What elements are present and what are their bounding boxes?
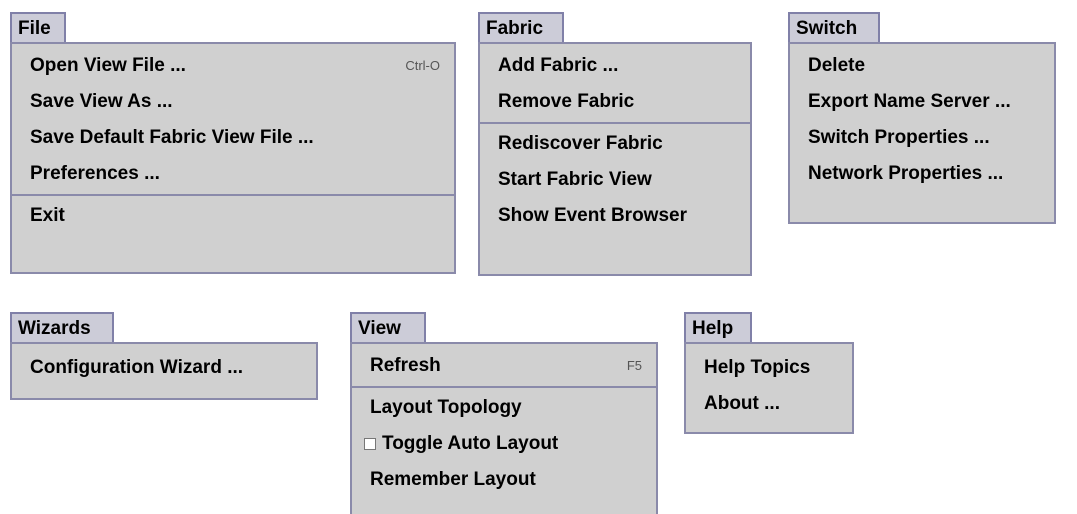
menu-item-remember-layout[interactable]: Remember Layout	[352, 462, 656, 498]
menu-item-label: Rediscover Fabric	[498, 133, 663, 154]
menu-item-label: Add Fabric ...	[498, 55, 619, 76]
menu-item-shortcut: F5	[626, 358, 642, 373]
help-menu-title[interactable]: Help	[684, 312, 752, 342]
wizards-menu-panel: Configuration Wizard ...	[10, 342, 318, 400]
menu-item-save-view-as[interactable]: Save View As ...	[12, 84, 454, 120]
menu-item-label: Help Topics	[704, 357, 811, 378]
menu-item-switch-properties[interactable]: Switch Properties ...	[790, 120, 1054, 156]
menu-item-label: Remove Fabric	[498, 91, 635, 112]
file-menu-title[interactable]: File	[10, 12, 66, 42]
menu-item-exit[interactable]: Exit	[12, 198, 454, 234]
menu-item-label: Network Properties ...	[808, 163, 1004, 184]
view-menu-title[interactable]: View	[350, 312, 426, 342]
menu-item-about[interactable]: About ...	[686, 386, 852, 422]
menu-item-show-event-browser[interactable]: Show Event Browser	[480, 198, 750, 234]
menu-separator	[12, 194, 454, 196]
menu-item-configuration-wizard[interactable]: Configuration Wizard ...	[12, 350, 316, 386]
menu-item-preferences[interactable]: Preferences ...	[12, 156, 454, 192]
help-menu-panel: Help Topics About ...	[684, 342, 854, 434]
menu-item-label: Configuration Wizard ...	[30, 357, 244, 378]
menu-item-network-properties[interactable]: Network Properties ...	[790, 156, 1054, 192]
file-menu-panel: Open View File ... Ctrl-O Save View As .…	[10, 42, 456, 274]
fabric-menu-panel: Add Fabric ... Remove Fabric Rediscover …	[478, 42, 752, 276]
menu-item-label: Preferences ...	[30, 163, 160, 184]
menu-item-export-name-server[interactable]: Export Name Server ...	[790, 84, 1054, 120]
menu-item-label: Layout Topology	[370, 397, 522, 418]
wizards-menu-title[interactable]: Wizards	[10, 312, 114, 342]
fabric-menu-title[interactable]: Fabric	[478, 12, 564, 42]
menu-item-add-fabric[interactable]: Add Fabric ...	[480, 48, 750, 84]
menu-separator	[480, 122, 750, 124]
menu-item-label: About ...	[704, 393, 780, 414]
menu-item-label: Refresh	[370, 355, 441, 376]
menu-item-label: Show Event Browser	[498, 205, 687, 226]
menu-item-label: Remember Layout	[370, 469, 536, 490]
menu-item-rediscover-fabric[interactable]: Rediscover Fabric	[480, 126, 750, 162]
menu-item-label: Save View As ...	[30, 91, 173, 112]
menu-item-label: Delete	[808, 55, 866, 76]
menu-item-label: Export Name Server ...	[808, 91, 1011, 112]
menu-item-refresh[interactable]: Refresh F5	[352, 348, 656, 384]
menu-item-shortcut: Ctrl-O	[405, 58, 440, 73]
menu-item-layout-topology[interactable]: Layout Topology	[352, 390, 656, 426]
menu-item-remove-fabric[interactable]: Remove Fabric	[480, 84, 750, 120]
menu-item-toggle-auto-layout[interactable]: Toggle Auto Layout	[352, 426, 656, 462]
menu-item-open-view-file[interactable]: Open View File ... Ctrl-O	[12, 48, 454, 84]
menu-item-label: Toggle Auto Layout	[382, 433, 559, 454]
checkbox-icon[interactable]	[364, 438, 376, 450]
menu-item-label: Save Default Fabric View File ...	[30, 127, 314, 148]
menu-item-save-default-fabric-view-file[interactable]: Save Default Fabric View File ...	[12, 120, 454, 156]
menu-item-label: Switch Properties ...	[808, 127, 990, 148]
menu-item-label: Open View File ...	[30, 55, 186, 76]
menu-item-help-topics[interactable]: Help Topics	[686, 350, 852, 386]
switch-menu-panel: Delete Export Name Server ... Switch Pro…	[788, 42, 1056, 224]
menu-item-start-fabric-view[interactable]: Start Fabric View	[480, 162, 750, 198]
menu-item-label: Start Fabric View	[498, 169, 652, 190]
menu-item-delete[interactable]: Delete	[790, 48, 1054, 84]
menu-item-label: Exit	[30, 205, 65, 226]
view-menu-panel: Refresh F5 Layout Topology Toggle Auto L…	[350, 342, 658, 514]
switch-menu-title[interactable]: Switch	[788, 12, 880, 42]
menu-separator	[352, 386, 656, 388]
